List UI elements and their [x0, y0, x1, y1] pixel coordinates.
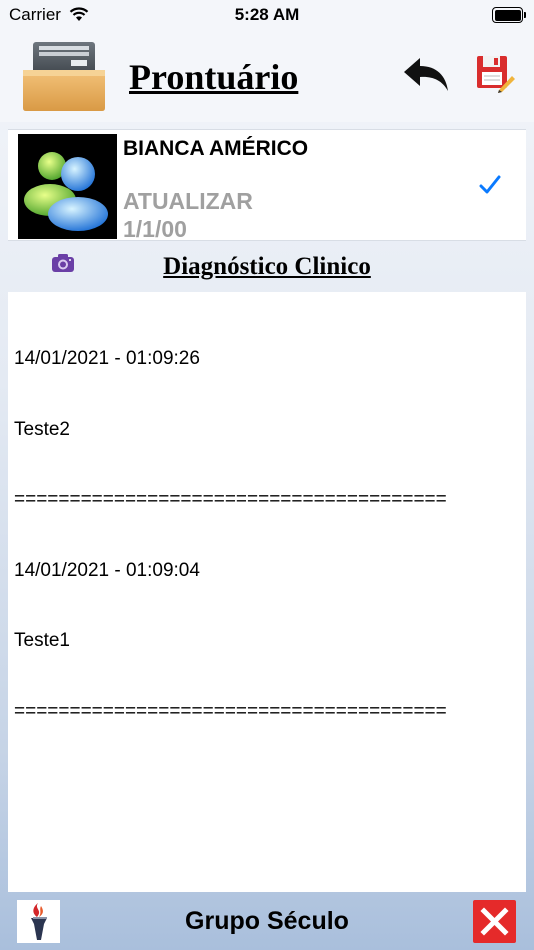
- checkmark-icon: [479, 175, 501, 194]
- note-separator: =======================================: [14, 489, 447, 510]
- users-icon: [24, 152, 108, 231]
- note-timestamp: 14/01/2021 - 01:09:04: [14, 559, 200, 581]
- save-button[interactable]: [475, 54, 515, 94]
- diagnosis-notes[interactable]: 14/01/2021 - 01:09:26 Teste2 ===========…: [8, 292, 526, 892]
- file-drawer-icon: [23, 42, 105, 111]
- camera-icon[interactable]: [51, 253, 75, 273]
- note-timestamp: 14/01/2021 - 01:09:26: [14, 348, 200, 369]
- battery-icon: [492, 7, 526, 23]
- note-text: Teste1: [14, 630, 70, 651]
- update-label: ATUALIZAR: [123, 188, 253, 214]
- avatar: [18, 134, 117, 239]
- note-text: Teste2: [14, 418, 70, 440]
- patient-name: BIANCA AMÉRICO: [123, 137, 309, 160]
- patient-card[interactable]: BIANCA AMÉRICO ATUALIZAR 1/1/00: [8, 129, 526, 242]
- section-title: Diagnóstico Clinico: [163, 253, 371, 280]
- note-separator: =======================================: [14, 700, 447, 722]
- footer: Grupo Século: [0, 893, 534, 950]
- close-button[interactable]: [473, 900, 516, 943]
- close-icon: [480, 907, 509, 936]
- back-button[interactable]: [402, 54, 450, 94]
- app-header: Prontuário: [0, 30, 534, 122]
- status-bar: Carrier 5:28 AM: [0, 0, 534, 30]
- footer-title: Grupo Século: [185, 907, 349, 935]
- clock: 5:28 AM: [234, 5, 300, 24]
- page-title: Prontuário: [129, 57, 299, 97]
- patient-date: 1/1/00: [123, 216, 187, 242]
